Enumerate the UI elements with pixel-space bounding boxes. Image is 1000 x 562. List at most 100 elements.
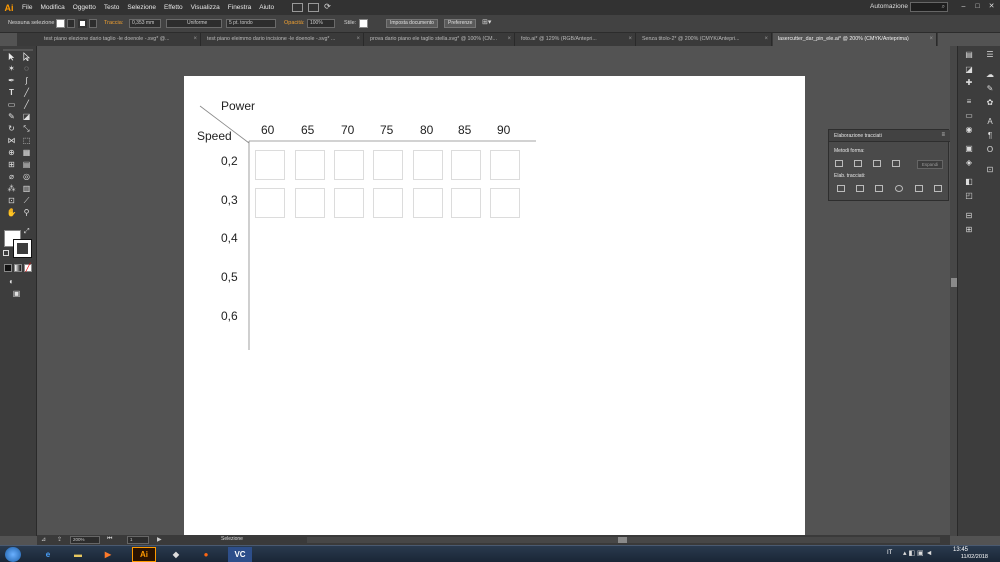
test-square[interactable]: [295, 188, 325, 218]
menu-finestra[interactable]: Finestra: [224, 4, 255, 11]
media-icon[interactable]: ▶: [96, 547, 120, 562]
workspace-switcher[interactable]: Automazione: [870, 3, 908, 10]
document-setup-button[interactable]: Imposta documento: [386, 19, 438, 28]
tray-icons[interactable]: ▴ ◧ ▣ ◄: [903, 549, 933, 557]
divide-icon[interactable]: [837, 185, 845, 192]
menu-oggetto[interactable]: Oggetto: [69, 4, 100, 11]
vertical-scrollbar[interactable]: [950, 46, 957, 536]
artboard-tool-icon[interactable]: ⊡: [5, 195, 18, 206]
merge-icon[interactable]: [875, 185, 883, 192]
symbol-sprayer-icon[interactable]: ⁂: [5, 183, 18, 194]
eraser-icon[interactable]: ◪: [20, 111, 33, 122]
menu-aiuto[interactable]: Aiuto: [255, 4, 278, 11]
character-icon[interactable]: A: [984, 116, 996, 128]
color-panel-icon[interactable]: ▤: [963, 49, 975, 61]
layers-icon[interactable]: ◧: [963, 176, 975, 188]
test-square[interactable]: [334, 150, 364, 180]
menu-modifica[interactable]: Modifica: [36, 4, 68, 11]
lasso-icon[interactable]: ◌: [20, 63, 33, 74]
test-square[interactable]: [451, 188, 481, 218]
search-input[interactable]: ⌕: [910, 2, 948, 12]
test-square[interactable]: [451, 150, 481, 180]
maximize-icon[interactable]: □: [973, 3, 982, 11]
inkscape-icon[interactable]: ◆: [164, 547, 188, 562]
artboard[interactable]: Power Speed 60 65 70 75 80 85 90 0,2 0,3…: [184, 76, 805, 535]
artboards-icon[interactable]: ◰: [963, 190, 975, 202]
panel-title[interactable]: Elaborazione tracciati: [829, 130, 950, 142]
perspective-grid-icon[interactable]: ▦: [20, 147, 33, 158]
blend-tool-icon[interactable]: ◎: [20, 171, 33, 182]
tab-document[interactable]: Senza titolo-2* @ 200% (CMYK/Antepri... ×: [637, 33, 772, 46]
transparency-icon[interactable]: ◉: [963, 124, 975, 136]
bridge-icon[interactable]: [292, 3, 304, 12]
width-tool-icon[interactable]: ⋈: [5, 135, 18, 146]
minus-back-icon[interactable]: [934, 185, 942, 192]
close-icon[interactable]: ×: [764, 33, 768, 46]
horizontal-scroll-thumb[interactable]: [618, 537, 627, 543]
start-button[interactable]: [5, 547, 21, 562]
ie-icon[interactable]: e: [36, 547, 60, 562]
type-tool-icon[interactable]: T: [5, 87, 18, 98]
test-square[interactable]: [373, 188, 403, 218]
rotate-view-icon[interactable]: ⊿: [41, 536, 46, 543]
stroke-color-swatch[interactable]: [13, 239, 32, 258]
slice-tool-icon[interactable]: ⟋: [20, 195, 33, 206]
test-square[interactable]: [490, 188, 520, 218]
stroke-swatch[interactable]: [78, 19, 87, 28]
free-transform-icon[interactable]: ⬚: [20, 135, 33, 146]
zoom-field[interactable]: 200%: [70, 536, 100, 544]
exclude-icon[interactable]: [892, 160, 900, 167]
artboard-number-field[interactable]: 1: [127, 536, 149, 544]
curvature-tool-icon[interactable]: ∫: [20, 75, 33, 86]
explorer-icon[interactable]: ▬: [66, 547, 90, 562]
libraries-icon[interactable]: ☁: [984, 69, 996, 81]
tab-document[interactable]: prova dario piano ele taglio stella.svg*…: [365, 33, 515, 46]
gradient-tool-icon[interactable]: ▤: [20, 159, 33, 170]
preferences-button[interactable]: Preferenze: [444, 19, 477, 28]
gradient-panel-icon[interactable]: ▭: [963, 110, 975, 122]
rotate-tool-icon[interactable]: ↻: [5, 123, 18, 134]
eyedropper-icon[interactable]: ⌀: [5, 171, 18, 182]
tab-document[interactable]: foto.ai* @ 129% (RGB/Antepri... ×: [516, 33, 636, 46]
pencil-icon[interactable]: ✎: [5, 111, 18, 122]
sync-icon[interactable]: ⟳: [324, 3, 335, 12]
test-square[interactable]: [413, 188, 443, 218]
test-square[interactable]: [295, 150, 325, 180]
color-mode-icon[interactable]: [4, 264, 12, 272]
outline-icon[interactable]: [915, 185, 923, 192]
screen-mode-icon[interactable]: ▣: [10, 288, 23, 299]
menu-selezione[interactable]: Selezione: [123, 4, 160, 11]
trim-icon[interactable]: [856, 185, 864, 192]
minus-front-icon[interactable]: [854, 160, 862, 167]
close-icon[interactable]: ✕: [987, 3, 996, 11]
opacity-label[interactable]: Opacità:: [284, 20, 304, 26]
default-colors-icon[interactable]: [3, 250, 9, 256]
menu-testo[interactable]: Testo: [100, 4, 124, 11]
test-square[interactable]: [373, 150, 403, 180]
expand-button[interactable]: Espandi: [917, 160, 943, 169]
menu-file[interactable]: File: [18, 4, 36, 11]
vc-icon[interactable]: VC: [228, 547, 252, 562]
crop-icon[interactable]: [895, 185, 903, 192]
firefox-icon[interactable]: ●: [194, 547, 218, 562]
clock-date[interactable]: 11/02/2018: [961, 554, 988, 560]
graphic-style-swatch[interactable]: [359, 19, 368, 28]
swap-fill-stroke-icon[interactable]: ⤢: [24, 228, 30, 236]
test-square[interactable]: [255, 150, 285, 180]
fill-swatch[interactable]: [56, 19, 65, 28]
pathfinder-dock-icon[interactable]: ⊞: [963, 224, 975, 236]
mesh-tool-icon[interactable]: ⊞: [5, 159, 18, 170]
swatches-icon[interactable]: ✚: [963, 77, 975, 89]
scale-tool-icon[interactable]: ⤡: [20, 123, 33, 134]
test-square[interactable]: [413, 150, 443, 180]
intersect-icon[interactable]: [873, 160, 881, 167]
close-icon[interactable]: ×: [929, 33, 933, 46]
shape-builder-icon[interactable]: ⊕: [5, 147, 18, 158]
paintbrush-icon[interactable]: ╱: [20, 99, 33, 110]
opacity-field[interactable]: 100%: [307, 19, 335, 28]
brush-definition[interactable]: 5 pt. tondo: [226, 19, 276, 28]
hand-tool-icon[interactable]: ✋: [5, 207, 18, 218]
test-square[interactable]: [334, 188, 364, 218]
stroke-dropdown[interactable]: [89, 19, 97, 28]
opentype-icon[interactable]: O: [984, 144, 996, 156]
